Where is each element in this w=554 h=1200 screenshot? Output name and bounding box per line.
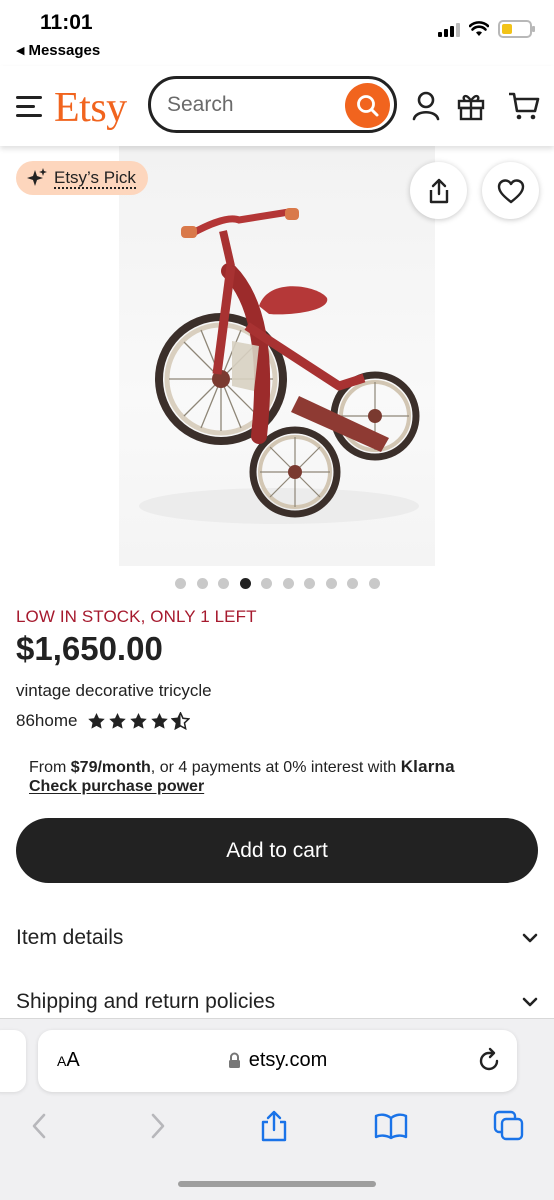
forward-button[interactable] (141, 1109, 175, 1143)
status-bar: 11:01 ◀ Messages (0, 0, 554, 66)
favorite-button[interactable] (482, 162, 539, 219)
shop-name-link[interactable]: 86home (16, 711, 77, 731)
product-title: vintage decorative tricycle (16, 681, 212, 700)
check-purchase-power-link[interactable]: Check purchase power (29, 778, 204, 796)
financing-amount: $79/month (70, 759, 151, 776)
reload-button[interactable] (477, 1047, 501, 1078)
back-button[interactable] (22, 1109, 56, 1143)
klarna-logo: Klarna (400, 757, 455, 776)
chevron-right-icon (151, 1113, 165, 1139)
share-icon (261, 1110, 287, 1142)
item-details-label: Item details (16, 926, 124, 949)
tabs-button[interactable] (492, 1109, 526, 1143)
safari-toolbar: AA etsy.com (0, 1018, 554, 1200)
product-price: $1,650.00 (16, 630, 163, 667)
previous-tab-preview[interactable] (0, 1030, 26, 1092)
product-photo[interactable] (119, 146, 435, 566)
carousel-dot[interactable] (282, 578, 294, 589)
book-icon (374, 1113, 408, 1140)
etsys-pick-label: Etsy’s Pick (54, 167, 136, 189)
star-full-icon (88, 712, 106, 729)
chevron-left-icon (32, 1113, 46, 1139)
chevron-down-icon (522, 997, 538, 1007)
back-triangle-icon: ◀ (16, 45, 25, 57)
heart-icon (497, 178, 524, 203)
etsys-pick-badge[interactable]: Etsy’s Pick (16, 161, 148, 195)
status-time: 11:01 (40, 11, 93, 34)
home-indicator (178, 1181, 376, 1187)
shipping-policies-accordion[interactable]: Shipping and return policies (16, 982, 538, 1022)
carousel-dot[interactable] (325, 578, 337, 589)
share-page-button[interactable] (257, 1109, 291, 1143)
battery-icon (498, 20, 535, 38)
menu-icon[interactable] (16, 96, 42, 123)
bookmarks-button[interactable] (374, 1109, 408, 1143)
chevron-down-icon (522, 933, 538, 943)
wifi-icon (469, 21, 489, 36)
back-to-messages[interactable]: ◀ Messages (16, 42, 100, 59)
financing-prefix: From (29, 759, 71, 776)
carousel-dot[interactable] (196, 578, 208, 589)
stock-notice: LOW IN STOCK, ONLY 1 LEFT (16, 607, 257, 626)
share-icon (429, 178, 448, 203)
lock-icon (228, 1052, 240, 1068)
star-full-icon (109, 712, 127, 729)
product-image[interactable]: Etsy’s Pick (0, 146, 554, 568)
url-text: etsy.com (248, 1049, 328, 1071)
carousel-dot[interactable] (175, 578, 187, 589)
image-carousel-dots (0, 578, 554, 589)
etsy-logo[interactable]: Etsy (54, 84, 127, 132)
rating-stars[interactable] (87, 712, 191, 730)
star-half-icon (171, 712, 191, 730)
account-icon[interactable] (410, 90, 442, 122)
star-full-icon (151, 712, 169, 729)
etsy-header: Etsy (0, 66, 554, 146)
carousel-dot[interactable] (368, 578, 380, 589)
gift-icon[interactable] (455, 90, 487, 122)
search-icon (356, 94, 378, 116)
carousel-dot[interactable] (218, 578, 230, 589)
tricycle-illustration (139, 208, 420, 524)
item-details-accordion[interactable]: Item details (16, 918, 538, 958)
sparkle-icon (27, 168, 47, 186)
search-input[interactable] (167, 79, 337, 130)
search-bar (148, 76, 397, 133)
address-bar[interactable]: AA etsy.com (38, 1030, 517, 1092)
shop-row: 86home (16, 711, 191, 731)
carousel-dot-active[interactable] (239, 578, 251, 589)
tabs-icon (493, 1110, 524, 1141)
url-display[interactable]: etsy.com (38, 1049, 517, 1072)
cellular-signal-icon (438, 21, 460, 37)
financing-suffix: , or 4 payments at 0% interest with (150, 759, 401, 776)
carousel-dot[interactable] (304, 578, 316, 589)
cart-icon[interactable] (508, 90, 540, 122)
carousel-dot[interactable] (347, 578, 359, 589)
klarna-financing-text: From $79/month, or 4 payments at 0% inte… (29, 757, 455, 778)
add-to-cart-button[interactable]: Add to cart (16, 818, 538, 883)
shipping-policies-label: Shipping and return policies (16, 990, 276, 1013)
back-label: Messages (28, 42, 101, 59)
search-button[interactable] (345, 83, 390, 128)
star-full-icon (130, 712, 148, 729)
reload-icon (479, 1047, 499, 1071)
carousel-dot[interactable] (261, 578, 273, 589)
status-icons (438, 20, 535, 38)
share-button[interactable] (410, 162, 467, 219)
